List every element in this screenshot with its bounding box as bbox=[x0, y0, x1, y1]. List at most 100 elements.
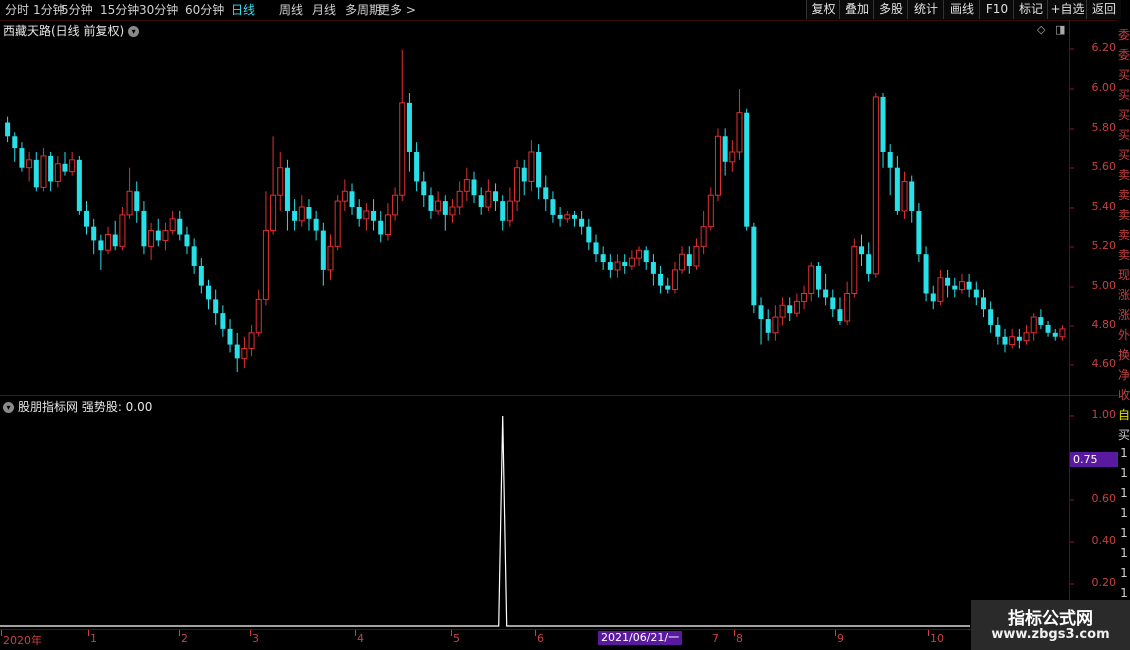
side-info-char: 买 bbox=[1118, 88, 1130, 102]
candle-body bbox=[837, 309, 843, 322]
date-tick-label: 7 bbox=[712, 632, 719, 645]
candle-body bbox=[1038, 317, 1044, 325]
candle-body bbox=[1016, 336, 1022, 341]
candle-body bbox=[815, 265, 821, 290]
candle-body bbox=[772, 316, 779, 334]
price-tick-label: 6.00 bbox=[1091, 81, 1117, 94]
candle-body bbox=[622, 262, 628, 266]
candle-body bbox=[894, 167, 900, 211]
candle-body bbox=[341, 190, 348, 202]
candle-body bbox=[628, 257, 635, 267]
candle-body bbox=[600, 254, 606, 263]
candle-body bbox=[643, 250, 649, 263]
date-tick-mark bbox=[88, 630, 89, 636]
candle-body bbox=[887, 151, 893, 168]
candle-body bbox=[177, 218, 183, 235]
candle-body bbox=[471, 179, 477, 196]
candle-body bbox=[952, 285, 958, 290]
indicator-line bbox=[0, 415, 970, 627]
candle-body bbox=[707, 194, 714, 228]
candle-body bbox=[134, 191, 140, 211]
candle-body bbox=[980, 297, 986, 310]
candle-body bbox=[557, 214, 563, 219]
candle-body bbox=[313, 218, 319, 231]
candle-body bbox=[327, 245, 334, 271]
side-info-char: 1 bbox=[1120, 526, 1128, 540]
candle-body bbox=[406, 102, 412, 152]
price-tick-label: 5.20 bbox=[1091, 239, 1117, 252]
side-info-char: 1 bbox=[1120, 506, 1128, 520]
candle-body bbox=[765, 319, 771, 333]
date-tick-mark bbox=[734, 630, 735, 636]
price-tick-label: 4.60 bbox=[1091, 357, 1117, 370]
side-info-char: 自 bbox=[1118, 408, 1130, 422]
candle-body bbox=[693, 245, 700, 267]
date-tick-mark bbox=[928, 630, 929, 636]
candle-body bbox=[500, 201, 506, 221]
indicator-tick-label: 0.60 bbox=[1091, 492, 1117, 505]
date-tick-label: 2 bbox=[181, 632, 188, 645]
date-tick-mark bbox=[179, 630, 180, 636]
candle-body bbox=[966, 281, 972, 290]
candle-body bbox=[33, 159, 39, 188]
candle-body bbox=[456, 190, 463, 208]
watermark-title: 指标公式网 bbox=[1008, 609, 1093, 629]
candle-body bbox=[729, 151, 736, 163]
candle-body bbox=[571, 214, 577, 219]
candle-body bbox=[84, 210, 90, 227]
candle-body bbox=[901, 180, 908, 212]
candle-body bbox=[234, 344, 240, 359]
candle-body bbox=[98, 240, 104, 251]
candle-body bbox=[141, 210, 147, 247]
side-info-panel: 委委买买买买买卖卖卖卖卖现涨涨外换净收自买111111111 bbox=[1118, 20, 1130, 650]
candle-body bbox=[945, 277, 951, 286]
candle-body bbox=[421, 181, 427, 196]
candle-body bbox=[284, 167, 290, 211]
candle-body bbox=[91, 226, 97, 241]
candle-body bbox=[793, 300, 800, 314]
candle-body bbox=[579, 218, 585, 227]
indicator-value-tag: 0.75 bbox=[1070, 452, 1121, 467]
candle-body bbox=[155, 230, 161, 241]
indicator-tick-label: 1.00 bbox=[1091, 408, 1117, 421]
side-info-char: 买 bbox=[1118, 148, 1130, 162]
candle-body bbox=[428, 195, 434, 211]
candle-body bbox=[607, 262, 613, 270]
side-info-char: 现 bbox=[1118, 268, 1130, 282]
candle-body bbox=[191, 246, 197, 266]
candle-body bbox=[169, 218, 176, 232]
side-info-char: 净 bbox=[1118, 368, 1130, 382]
side-info-char: 委 bbox=[1118, 28, 1130, 42]
candle-body bbox=[205, 285, 212, 300]
candle-body bbox=[442, 201, 448, 215]
candle-body bbox=[148, 230, 155, 247]
candle-body bbox=[593, 242, 599, 255]
candle-body bbox=[119, 214, 126, 247]
candle-body bbox=[700, 226, 707, 247]
candle-body bbox=[586, 226, 592, 243]
date-tick-label: 2020年 bbox=[3, 634, 42, 647]
candle-body bbox=[736, 112, 743, 153]
date-tick-mark bbox=[451, 630, 452, 636]
candle-body bbox=[112, 234, 118, 247]
chevron-down-icon[interactable]: ▾ bbox=[3, 402, 14, 413]
candle-body bbox=[930, 293, 936, 302]
candle-body bbox=[306, 207, 312, 219]
indicator-title-text: 股朋指标网 强势股: 0.00 bbox=[18, 400, 153, 414]
candle-body bbox=[485, 190, 492, 208]
side-info-char: 买 bbox=[1118, 128, 1130, 142]
side-info-char: 涨 bbox=[1118, 308, 1130, 322]
candle-body bbox=[866, 254, 872, 274]
date-tick-mark bbox=[250, 630, 251, 636]
candle-body bbox=[830, 297, 836, 310]
candle-body bbox=[1030, 316, 1037, 334]
candle-body bbox=[262, 230, 269, 300]
candle-body bbox=[277, 167, 284, 196]
side-info-char: 卖 bbox=[1118, 168, 1130, 182]
chart-canvas[interactable] bbox=[0, 0, 1130, 650]
side-info-char: 买 bbox=[1118, 428, 1130, 442]
side-info-char: 1 bbox=[1120, 446, 1128, 460]
candle-body bbox=[1023, 332, 1030, 342]
date-tick-label: 1 bbox=[90, 632, 97, 645]
candle-body bbox=[255, 298, 262, 334]
